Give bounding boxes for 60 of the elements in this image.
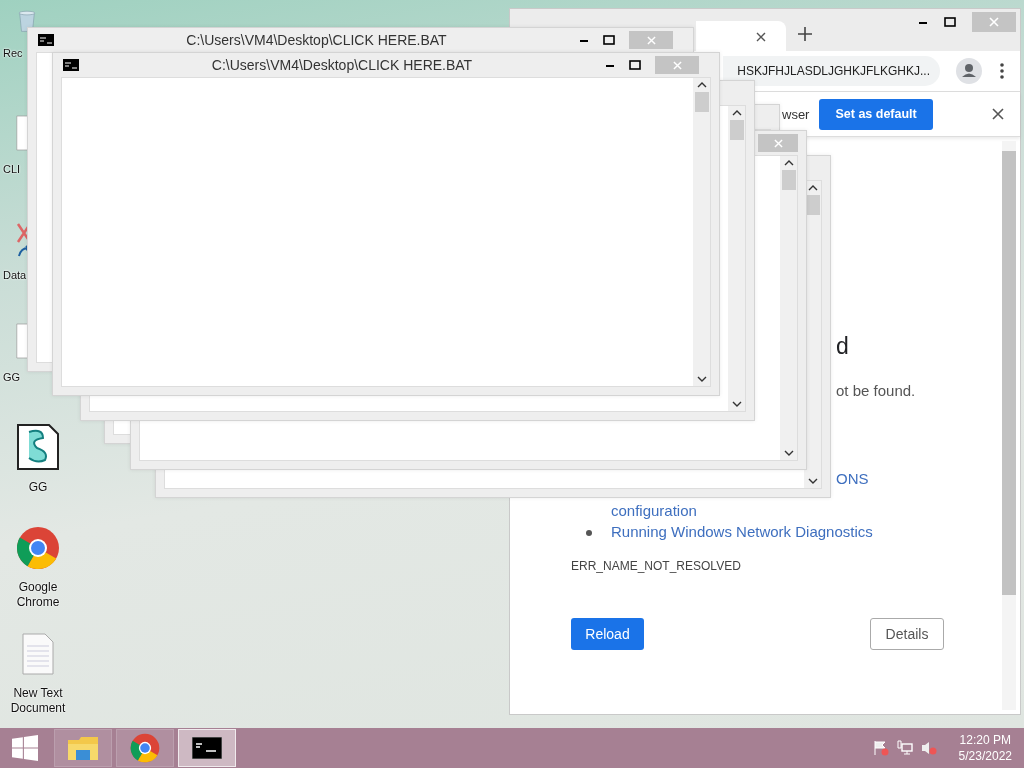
scroll-up-icon[interactable] [783, 160, 794, 166]
scroll-down-icon[interactable] [731, 401, 742, 407]
folder-icon[interactable] [67, 734, 99, 762]
script-file-icon[interactable] [17, 424, 59, 470]
menu-icon[interactable] [1000, 63, 1004, 79]
suggestion-link[interactable]: configuration [611, 502, 697, 519]
flag-icon[interactable] [872, 740, 889, 756]
close-icon[interactable] [992, 108, 1004, 120]
desktop-icon-label[interactable]: Rec [3, 46, 23, 61]
desktop-icon-label[interactable]: Google Chrome [1, 580, 75, 610]
console-icon [38, 34, 54, 46]
console-icon [63, 59, 79, 71]
desktop-icon-label[interactable]: Data [3, 268, 27, 283]
error-message: ot be found. [836, 382, 916, 399]
scrollbar[interactable] [693, 78, 710, 386]
suggestion-link[interactable]: Running Windows Network Diagnostics [611, 523, 873, 540]
desktop-icon-label[interactable]: New Text Document [1, 686, 75, 716]
chrome-icon[interactable] [16, 526, 60, 570]
suggestion-link[interactable]: ONS [836, 470, 869, 487]
clock-date: 5/23/2022 [958, 748, 1012, 764]
clock-time: 12:20 PM [959, 732, 1011, 748]
scroll-down-icon[interactable] [783, 450, 794, 456]
scrollbar[interactable] [1002, 141, 1016, 710]
window-title: C:\Users\VM4\Desktop\CLICK HERE.BAT [185, 32, 448, 48]
error-code: ERR_NAME_NOT_RESOLVED [571, 559, 741, 573]
error-heading: d [836, 333, 849, 360]
set-default-button[interactable]: Set as default [819, 98, 933, 130]
taskbar-button[interactable] [178, 729, 236, 767]
scroll-up-icon[interactable] [696, 82, 707, 88]
start-icon[interactable] [12, 735, 38, 761]
file-icon[interactable] [16, 322, 28, 360]
file-icon[interactable] [16, 114, 28, 152]
desktop-icon-label[interactable]: GG [28, 480, 48, 495]
details-button[interactable]: Details [870, 618, 944, 650]
address-bar[interactable]: HSKJFHJLASDLJGHKJFLKGHKJ... [723, 56, 940, 86]
speaker-icon[interactable] [920, 740, 937, 756]
scroll-thumb[interactable] [781, 170, 796, 190]
infobar-message: wser [782, 106, 810, 122]
profile-icon[interactable] [956, 58, 982, 84]
console-icon[interactable] [192, 737, 222, 759]
window-title: C:\Users\VM4\Desktop\CLICK HERE.BAT [210, 57, 474, 73]
scroll-thumb[interactable] [729, 120, 744, 140]
scroll-down-icon[interactable] [696, 376, 707, 382]
scroll-thumb[interactable] [694, 92, 709, 112]
new-tab-icon[interactable] [798, 27, 812, 41]
bullet-icon [586, 530, 592, 536]
reload-button[interactable]: Reload [571, 618, 644, 650]
maximize-icon[interactable] [603, 35, 615, 45]
desktop-icon-label[interactable]: GG [3, 370, 21, 385]
scroll-down-icon[interactable] [807, 478, 818, 484]
close-icon[interactable] [756, 32, 766, 42]
scrollbar[interactable] [780, 156, 797, 460]
scroll-up-icon[interactable] [731, 110, 742, 116]
maximize-icon[interactable] [944, 17, 956, 27]
chrome-icon[interactable] [130, 733, 160, 763]
desktop-icon-label[interactable]: CLI [3, 162, 21, 177]
maximize-icon[interactable] [629, 60, 641, 70]
network-icon[interactable] [896, 740, 913, 756]
scroll-up-icon[interactable] [807, 185, 818, 191]
scrollbar[interactable] [728, 106, 745, 411]
